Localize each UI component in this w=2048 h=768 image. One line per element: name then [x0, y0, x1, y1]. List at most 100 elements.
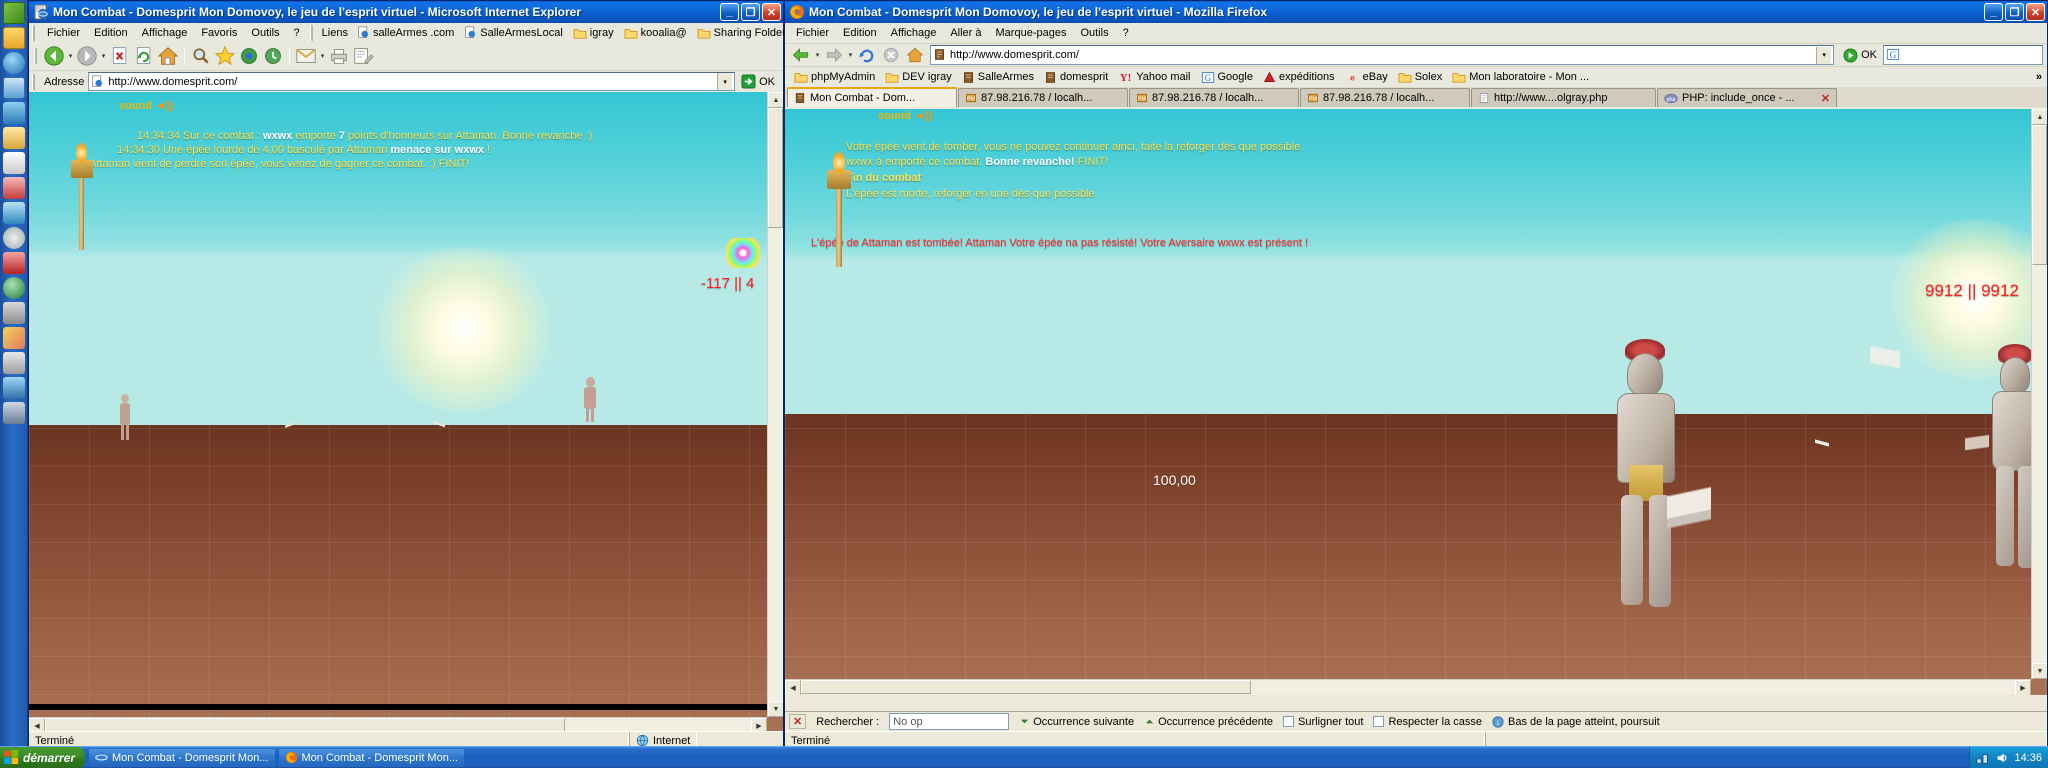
- findbar-close-icon[interactable]: ✕: [789, 714, 807, 729]
- minimize-button[interactable]: _: [720, 3, 739, 21]
- search-icon[interactable]: [189, 45, 213, 67]
- ie-menubar[interactable]: Fichier Edition Affichage Favoris Outils…: [40, 24, 307, 41]
- firefox-findbar[interactable]: ✕ Rechercher : No op Occurrence suivante…: [785, 711, 2047, 731]
- history-icon[interactable]: [261, 45, 285, 67]
- address-dropdown-icon[interactable]: ▾: [717, 73, 733, 90]
- bookmark-yahoo-mail[interactable]: Y! Yahoo mail: [1113, 71, 1195, 83]
- print-icon[interactable]: [327, 45, 351, 67]
- bookmark-dev-igray[interactable]: DEV igray: [880, 71, 957, 83]
- menu-outils[interactable]: Outils: [1073, 26, 1115, 40]
- settings-icon[interactable]: [2, 402, 25, 424]
- go-button[interactable]: OK: [735, 74, 781, 89]
- stop-icon[interactable]: [108, 45, 132, 67]
- firefox-go-button[interactable]: OK: [1837, 47, 1883, 63]
- scroll-thumb-horizontal[interactable]: [45, 718, 565, 732]
- firefox-navigation-toolbar[interactable]: ▾ ▾ http://www.domesprit.com/ ▾ OK G: [785, 43, 2047, 66]
- net-icon[interactable]: [2, 377, 25, 399]
- ie-icon[interactable]: [2, 52, 25, 74]
- favorites-icon[interactable]: [213, 45, 237, 67]
- minimize-button[interactable]: _: [1984, 3, 2003, 21]
- bookmark-solex[interactable]: Solex: [1393, 71, 1448, 83]
- firefox-address-input[interactable]: http://www.domesprit.com/ ▾: [930, 45, 1835, 65]
- menu-help[interactable]: ?: [1116, 26, 1136, 40]
- bookmark-domesprit[interactable]: domesprit: [1039, 71, 1113, 84]
- media-icon[interactable]: [237, 45, 261, 67]
- refresh-icon[interactable]: [132, 45, 156, 67]
- menu-affichage[interactable]: Affichage: [135, 26, 195, 40]
- toolbar-grip[interactable]: [34, 48, 39, 64]
- ie-address-row[interactable]: Adresse http://www.domesprit.com/ ▾ OK: [29, 70, 783, 92]
- bookmark-mon-laboratoire[interactable]: Mon laboratoire - Mon ...: [1447, 71, 1594, 83]
- menu-grip[interactable]: [32, 24, 37, 41]
- firefox-bookmarks-toolbar[interactable]: phpMyAdmin DEV igray SalleArmes domespri…: [785, 66, 2047, 87]
- scroll-thumb-horizontal[interactable]: [801, 680, 1251, 694]
- shield-icon[interactable]: [2, 252, 25, 274]
- close-button[interactable]: ✕: [762, 3, 781, 21]
- tools-icon[interactable]: [2, 302, 25, 324]
- menu-fichier[interactable]: Fichier: [789, 26, 836, 40]
- scroll-up-button[interactable]: ▲: [768, 92, 783, 108]
- close-button[interactable]: ✕: [2026, 3, 2045, 21]
- start-orb-icon[interactable]: [2, 2, 25, 24]
- taskbar-item-firefox[interactable]: Mon Combat - Domesprit Mon...: [278, 748, 464, 767]
- calc-icon[interactable]: [2, 352, 25, 374]
- menu-affichage[interactable]: Affichage: [884, 26, 944, 40]
- outlook-icon[interactable]: [2, 127, 25, 149]
- sound-toggle-left[interactable]: sound ◄)): [119, 100, 173, 112]
- link-sallearmeslocal[interactable]: SalleArmesLocal: [459, 26, 568, 39]
- scroll-right-button[interactable]: ▶: [2015, 680, 2031, 695]
- checkbox-box[interactable]: [1283, 716, 1295, 727]
- paint-icon[interactable]: [2, 327, 25, 349]
- tray-clock[interactable]: 14:36: [2014, 752, 2042, 764]
- checkbox-box[interactable]: [1373, 716, 1385, 727]
- disc-icon[interactable]: [2, 227, 25, 249]
- find-next-button[interactable]: Occurrence suivante: [1019, 716, 1134, 728]
- edit-icon[interactable]: [351, 45, 375, 67]
- firefox-menubar[interactable]: Fichier Edition Affichage Aller à Marque…: [785, 23, 2047, 43]
- forward-icon[interactable]: [75, 45, 99, 67]
- ie-menu-row[interactable]: Fichier Edition Affichage Favoris Outils…: [29, 23, 791, 42]
- menu-help[interactable]: ?: [287, 26, 307, 40]
- link-sharing-folders[interactable]: Sharing Folders: [692, 27, 797, 39]
- firefox-horizontal-scrollbar[interactable]: ◀ ▶: [785, 679, 2031, 695]
- notes-icon[interactable]: [2, 152, 25, 174]
- scroll-down-button[interactable]: ▼: [768, 701, 783, 717]
- firefox-search-input[interactable]: G: [1883, 45, 2043, 65]
- mail-dropdown-icon[interactable]: ▾: [318, 45, 327, 67]
- link-salle-armes-com[interactable]: salleArmes .com: [352, 26, 459, 39]
- address-dropdown-icon[interactable]: ▾: [1816, 46, 1832, 64]
- link-igray[interactable]: igray: [568, 27, 619, 39]
- tab-olgray-php[interactable]: http://www....olgray.php: [1471, 88, 1656, 107]
- ie-toolbar[interactable]: ▾ ▾ ▾: [29, 42, 783, 70]
- firefox-window[interactable]: Mon Combat - Domesprit Mon Domovoy, le j…: [784, 0, 2048, 750]
- chat-icon[interactable]: [2, 177, 25, 199]
- forward-icon[interactable]: [822, 44, 846, 66]
- mail-icon[interactable]: [294, 45, 318, 67]
- system-tray[interactable]: 14:36: [1969, 746, 2048, 768]
- tab-close-icon[interactable]: ✕: [1821, 92, 1830, 105]
- menu-edition[interactable]: Edition: [836, 26, 884, 40]
- menu-aller-a[interactable]: Aller à: [943, 26, 988, 40]
- taskbar-item-ie[interactable]: Mon Combat - Domesprit Mon...: [89, 748, 275, 767]
- find-previous-button[interactable]: Occurrence précédente: [1144, 716, 1273, 728]
- photo-icon[interactable]: [2, 202, 25, 224]
- ie-page-viewport[interactable]: sound ◄)) 14:34:34 Sur ce combat : wxwx …: [29, 92, 783, 733]
- tab-localhost-3[interactable]: PM 87.98.216.78 / localh...: [1300, 88, 1470, 107]
- match-case-checkbox[interactable]: Respecter la casse: [1373, 716, 1482, 728]
- start-button[interactable]: démarrer: [0, 746, 85, 768]
- menu-edition[interactable]: Edition: [87, 26, 135, 40]
- tab-mon-combat[interactable]: Mon Combat - Dom...: [787, 87, 957, 107]
- back-dropdown-icon[interactable]: ▾: [66, 45, 75, 67]
- bookmark-expeditions[interactable]: expéditions: [1258, 71, 1340, 84]
- google-icon[interactable]: G: [1886, 48, 1900, 62]
- globe-icon[interactable]: [2, 277, 25, 299]
- menu-favoris[interactable]: Favoris: [194, 26, 244, 40]
- firefox-window-buttons[interactable]: _ ❐ ✕: [1984, 3, 2045, 21]
- maximize-button[interactable]: ❐: [741, 3, 760, 21]
- back-icon[interactable]: [789, 44, 813, 66]
- link-kooalia[interactable]: kooalia@: [619, 27, 692, 39]
- bookmark-ebay[interactable]: e eBay: [1340, 71, 1393, 83]
- ie-window-buttons[interactable]: _ ❐ ✕: [720, 3, 781, 21]
- menu-outils[interactable]: Outils: [244, 26, 286, 40]
- address-input[interactable]: http://www.domesprit.com/ ▾: [88, 72, 736, 91]
